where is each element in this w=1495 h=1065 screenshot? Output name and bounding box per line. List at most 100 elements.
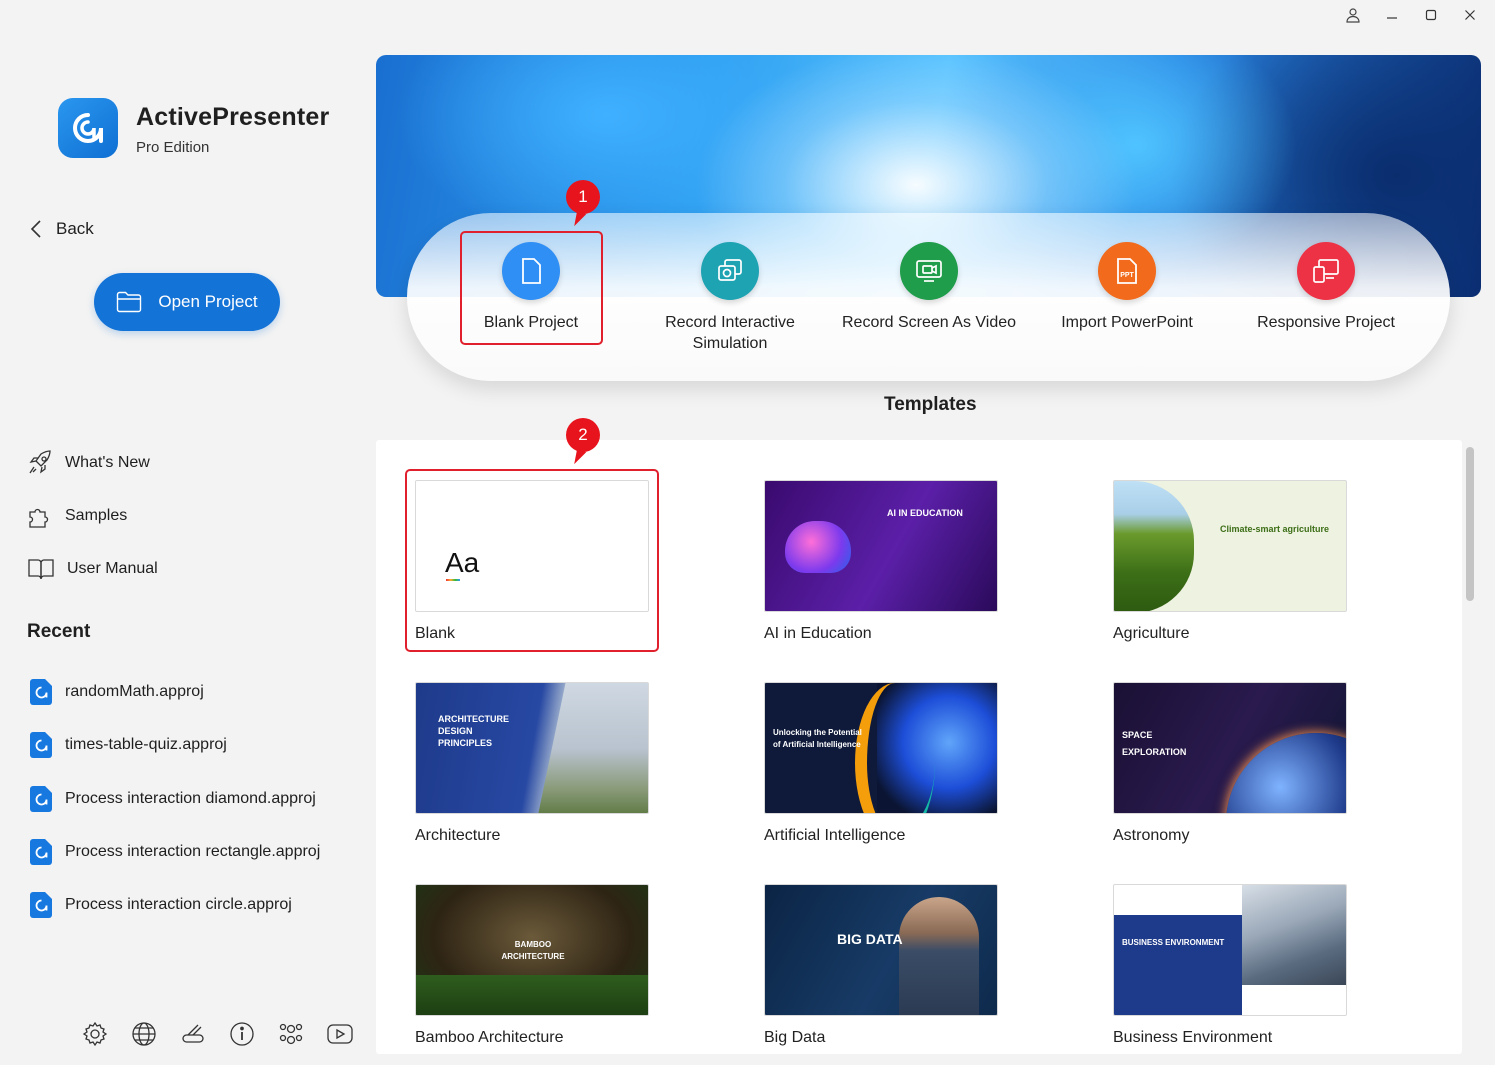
template-agriculture[interactable]: Climate-smart agriculture Agriculture — [1113, 480, 1347, 643]
template-thumb: ARCHITECTURE DESIGN PRINCIPLES — [415, 682, 649, 814]
whats-new-link[interactable]: What's New — [27, 450, 150, 476]
recent-file[interactable]: Process interaction rectangle.approj — [30, 839, 320, 865]
camera-icon — [718, 259, 742, 281]
highlight-blank-template — [405, 469, 659, 652]
template-name: Bamboo Architecture — [415, 1029, 564, 1046]
recent-file-name: Process interaction rectangle.approj — [65, 843, 321, 860]
close-icon[interactable] — [1450, 4, 1489, 26]
video-record-icon — [916, 260, 942, 282]
record-video-circle — [900, 242, 958, 300]
responsive-project-button[interactable]: Responsive Project — [1226, 242, 1426, 333]
record-simulation-circle — [701, 242, 759, 300]
template-name: Astronomy — [1113, 827, 1190, 844]
thumb-text: Unlocking the Potential of Artificial In… — [773, 728, 862, 749]
recent-file-name: times-table-quiz.approj — [65, 736, 227, 753]
template-bamboo-architecture[interactable]: BAMBOO ARCHITECTURE Bamboo Architecture — [415, 884, 649, 1047]
templates-scroll-thumb[interactable] — [1466, 447, 1474, 601]
app-title: ActivePresenter — [136, 103, 330, 131]
app-edition: Pro Edition — [136, 139, 210, 156]
open-project-button[interactable]: Open Project — [94, 273, 280, 331]
thumb-text: AI IN EDUCATION — [887, 508, 963, 518]
annotation-badge-2: 2 — [566, 418, 600, 452]
user-manual-label: User Manual — [67, 560, 158, 577]
ppt-icon: PPT — [1117, 258, 1137, 284]
template-ai-education[interactable]: AI IN EDUCATION AI in Education — [764, 480, 998, 643]
thumb-text: BUSINESS ENVIRONMENT — [1122, 938, 1225, 947]
maximize-icon[interactable] — [1411, 4, 1450, 26]
annotation-badge-1: 1 — [566, 180, 600, 214]
approj-file-icon — [30, 679, 52, 705]
planet-graphic — [1226, 733, 1346, 813]
record-video-button[interactable]: Record Screen As Video — [829, 242, 1029, 333]
svg-text:PPT: PPT — [1120, 272, 1134, 279]
blue-block — [1114, 915, 1242, 1015]
responsive-project-label: Responsive Project — [1257, 314, 1395, 331]
meeting-photo — [1242, 885, 1346, 985]
recent-file-name: Process interaction diamond.approj — [65, 790, 316, 807]
template-architecture[interactable]: ARCHITECTURE DESIGN PRINCIPLES Architect… — [415, 682, 649, 845]
whats-new-label: What's New — [65, 454, 150, 471]
chevron-left-icon — [30, 220, 41, 238]
recent-heading: Recent — [27, 621, 91, 642]
template-thumb: BIG DATA — [764, 884, 998, 1016]
eraser-icon[interactable] — [178, 1019, 207, 1048]
thumb-text: SPACE EXPLORATION — [1122, 730, 1187, 757]
import-powerpoint-label: Import PowerPoint — [1061, 314, 1193, 331]
template-big-data[interactable]: BIG DATA Big Data — [764, 884, 998, 1047]
recent-file[interactable]: Process interaction diamond.approj — [30, 786, 316, 812]
template-name: Artificial Intelligence — [764, 827, 906, 844]
bottom-toolbar — [80, 1019, 354, 1048]
responsive-icon — [1313, 259, 1339, 283]
recent-file[interactable]: randomMath.approj — [30, 679, 204, 705]
approj-file-icon — [30, 892, 52, 918]
template-artificial-intelligence[interactable]: Unlocking the Potential of Artificial In… — [764, 682, 998, 845]
brain-graphic — [785, 521, 851, 573]
template-thumb: BUSINESS ENVIRONMENT — [1113, 884, 1347, 1016]
record-video-label: Record Screen As Video — [841, 314, 1017, 331]
minimize-icon[interactable] — [1372, 4, 1411, 26]
record-simulation-button[interactable]: Record Interactive Simulation — [630, 242, 830, 354]
gear-icon[interactable] — [80, 1019, 109, 1048]
import-powerpoint-circle: PPT — [1098, 242, 1156, 300]
approj-file-icon — [30, 786, 52, 812]
template-thumb: Unlocking the Potential of Artificial In… — [764, 682, 998, 814]
user-icon[interactable] — [1333, 4, 1372, 26]
template-name: AI in Education — [764, 625, 872, 642]
recent-file-name: Process interaction circle.approj — [65, 896, 292, 913]
thumb-text: BIG DATA — [837, 931, 903, 947]
template-astronomy[interactable]: SPACE EXPLORATION Astronomy — [1113, 682, 1347, 845]
thumb-text: ARCHITECTURE DESIGN PRINCIPLES — [438, 714, 509, 748]
buildings-photo — [538, 683, 648, 813]
samples-label: Samples — [65, 507, 128, 524]
thumb-text: BAMBOO ARCHITECTURE — [501, 940, 565, 961]
app-logo — [58, 98, 118, 158]
recent-file[interactable]: Process interaction circle.approj — [30, 892, 292, 918]
template-name: Big Data — [764, 1029, 826, 1046]
template-name: Business Environment — [1113, 1029, 1273, 1046]
samples-link[interactable]: Samples — [27, 503, 127, 529]
back-button[interactable]: Back — [30, 219, 94, 239]
open-project-label: Open Project — [158, 292, 258, 311]
template-name: Agriculture — [1113, 625, 1190, 642]
template-business-environment[interactable]: BUSINESS ENVIRONMENT Business Environmen… — [1113, 884, 1347, 1047]
user-manual-link[interactable]: User Manual — [27, 557, 158, 581]
window-controls — [1333, 4, 1489, 26]
import-powerpoint-button[interactable]: PPT Import PowerPoint — [1027, 242, 1227, 333]
puzzle-icon — [29, 508, 49, 528]
globe-icon[interactable] — [129, 1019, 158, 1048]
field-photo — [1114, 481, 1194, 611]
folder-icon — [117, 291, 142, 313]
recent-file[interactable]: times-table-quiz.approj — [30, 732, 227, 758]
app-logo-icon — [73, 113, 103, 143]
person-photo — [899, 897, 979, 1015]
community-icon[interactable] — [276, 1019, 305, 1048]
greenery — [416, 975, 648, 1015]
approj-file-icon — [30, 839, 52, 865]
back-label: Back — [56, 219, 94, 238]
book-icon — [28, 559, 54, 580]
youtube-icon[interactable] — [325, 1019, 354, 1048]
highlight-blank-project — [460, 231, 603, 345]
template-thumb: BAMBOO ARCHITECTURE — [415, 884, 649, 1016]
rocket-icon — [29, 450, 51, 474]
info-icon[interactable] — [227, 1019, 256, 1048]
